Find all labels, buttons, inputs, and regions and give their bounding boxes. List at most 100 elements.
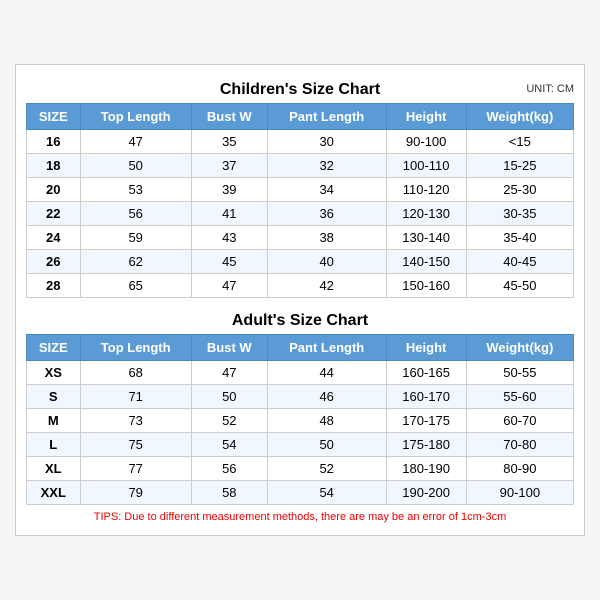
table-cell: 15-25 <box>466 154 573 178</box>
table-row: XS684744160-16550-55 <box>27 361 574 385</box>
table-cell: 90-100 <box>386 130 466 154</box>
table-row: S715046160-17055-60 <box>27 385 574 409</box>
adults-table: SIZE Top Length Bust W Pant Length Heigh… <box>26 334 574 505</box>
children-col-toplength: Top Length <box>80 104 191 130</box>
table-row: 20533934110-12025-30 <box>27 178 574 202</box>
table-cell: XS <box>27 361 81 385</box>
table-cell: 71 <box>80 385 191 409</box>
table-cell: 18 <box>27 154 81 178</box>
table-cell: 25-30 <box>466 178 573 202</box>
table-cell: 40 <box>267 250 386 274</box>
table-cell: 100-110 <box>386 154 466 178</box>
table-cell: XXL <box>27 481 81 505</box>
table-row: 28654742150-16045-50 <box>27 274 574 298</box>
children-col-weight: Weight(kg) <box>466 104 573 130</box>
children-section-title: Children's Size Chart UNIT: CM <box>26 75 574 103</box>
table-cell: 77 <box>80 457 191 481</box>
table-cell: 59 <box>80 226 191 250</box>
table-cell: 110-120 <box>386 178 466 202</box>
table-cell: 52 <box>267 457 386 481</box>
adults-section-title: Adult's Size Chart <box>26 306 574 334</box>
table-cell: 54 <box>191 433 267 457</box>
children-col-pantlength: Pant Length <box>267 104 386 130</box>
table-cell: 41 <box>191 202 267 226</box>
table-cell: 38 <box>267 226 386 250</box>
table-cell: 75 <box>80 433 191 457</box>
table-cell: 32 <box>267 154 386 178</box>
adults-col-size: SIZE <box>27 335 81 361</box>
table-cell: 130-140 <box>386 226 466 250</box>
tips-text: TIPS: Due to different measurement metho… <box>26 505 574 525</box>
table-row: M735248170-17560-70 <box>27 409 574 433</box>
table-cell: 45-50 <box>466 274 573 298</box>
table-cell: 150-160 <box>386 274 466 298</box>
table-cell: 16 <box>27 130 81 154</box>
table-cell: 175-180 <box>386 433 466 457</box>
table-cell: 47 <box>80 130 191 154</box>
table-cell: 160-170 <box>386 385 466 409</box>
table-row: 26624540140-15040-45 <box>27 250 574 274</box>
children-col-bustw: Bust W <box>191 104 267 130</box>
children-col-height: Height <box>386 104 466 130</box>
adults-col-pantlength: Pant Length <box>267 335 386 361</box>
table-cell: 73 <box>80 409 191 433</box>
table-cell: L <box>27 433 81 457</box>
table-cell: 47 <box>191 361 267 385</box>
table-cell: 50 <box>267 433 386 457</box>
table-cell: 120-130 <box>386 202 466 226</box>
table-cell: 30-35 <box>466 202 573 226</box>
table-cell: 44 <box>267 361 386 385</box>
table-cell: 70-80 <box>466 433 573 457</box>
table-cell: 34 <box>267 178 386 202</box>
children-header-row: SIZE Top Length Bust W Pant Length Heigh… <box>27 104 574 130</box>
table-cell: 140-150 <box>386 250 466 274</box>
table-row: 24594338130-14035-40 <box>27 226 574 250</box>
table-cell: 160-165 <box>386 361 466 385</box>
table-cell: 53 <box>80 178 191 202</box>
table-cell: 55-60 <box>466 385 573 409</box>
adults-col-bustw: Bust W <box>191 335 267 361</box>
table-cell: 90-100 <box>466 481 573 505</box>
table-cell: 40-45 <box>466 250 573 274</box>
children-table: SIZE Top Length Bust W Pant Length Heigh… <box>26 103 574 298</box>
table-cell: 35 <box>191 130 267 154</box>
table-cell: 30 <box>267 130 386 154</box>
table-cell: XL <box>27 457 81 481</box>
chart-container: Children's Size Chart UNIT: CM SIZE Top … <box>15 64 585 536</box>
table-cell: 37 <box>191 154 267 178</box>
table-cell: 68 <box>80 361 191 385</box>
table-cell: 190-200 <box>386 481 466 505</box>
table-cell: 60-70 <box>466 409 573 433</box>
children-title-text: Children's Size Chart <box>220 81 380 98</box>
children-col-size: SIZE <box>27 104 81 130</box>
table-cell: 50-55 <box>466 361 573 385</box>
table-cell: 170-175 <box>386 409 466 433</box>
table-row: L755450175-18070-80 <box>27 433 574 457</box>
table-cell: 20 <box>27 178 81 202</box>
table-cell: 65 <box>80 274 191 298</box>
table-cell: S <box>27 385 81 409</box>
table-cell: <15 <box>466 130 573 154</box>
table-cell: 58 <box>191 481 267 505</box>
table-cell: 50 <box>191 385 267 409</box>
table-row: XL775652180-19080-90 <box>27 457 574 481</box>
table-row: 18503732100-11015-25 <box>27 154 574 178</box>
table-cell: 48 <box>267 409 386 433</box>
adults-header-row: SIZE Top Length Bust W Pant Length Heigh… <box>27 335 574 361</box>
table-cell: 47 <box>191 274 267 298</box>
table-cell: 28 <box>27 274 81 298</box>
table-cell: 54 <box>267 481 386 505</box>
table-cell: 45 <box>191 250 267 274</box>
table-cell: 180-190 <box>386 457 466 481</box>
table-row: XXL795854190-20090-100 <box>27 481 574 505</box>
table-cell: 56 <box>191 457 267 481</box>
table-cell: 35-40 <box>466 226 573 250</box>
table-cell: 62 <box>80 250 191 274</box>
table-cell: 36 <box>267 202 386 226</box>
table-cell: 50 <box>80 154 191 178</box>
table-cell: 46 <box>267 385 386 409</box>
adults-col-weight: Weight(kg) <box>466 335 573 361</box>
table-cell: 39 <box>191 178 267 202</box>
table-row: 1647353090-100<15 <box>27 130 574 154</box>
adults-col-height: Height <box>386 335 466 361</box>
